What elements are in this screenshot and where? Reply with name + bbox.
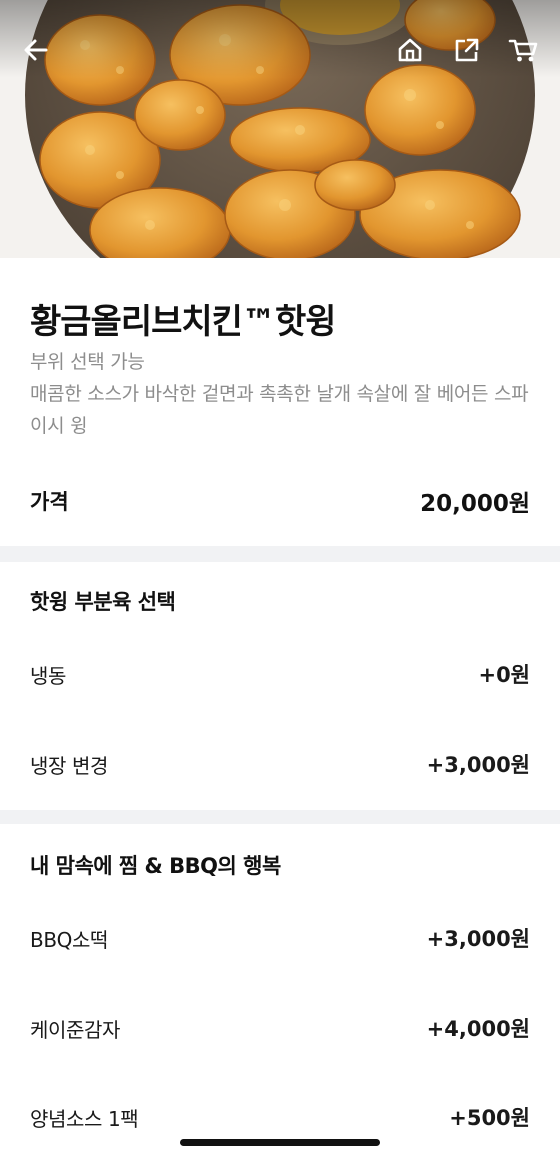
option-price: +3,000원 [426, 927, 530, 951]
option-price: +3,000원 [426, 753, 530, 777]
option-name: 냉장 변경 [30, 753, 108, 778]
option-group-hot-wing: 핫윙 부분육 선택 냉동 +0원 냉장 변경 +3,000원 [0, 562, 560, 810]
product-detail-screen: 황금올리브치킨™핫윙 부위 선택 가능 매콤한 소스가 바삭한 겉면과 촉촉한 … [0, 0, 560, 1159]
option-row[interactable]: 양념소스 1팩 +500원 [30, 1097, 530, 1137]
price-value: 20,000원 [420, 491, 530, 517]
product-hero-image [0, 0, 560, 258]
option-name: BBQ소떡 [30, 927, 108, 952]
price-label: 가격 [30, 490, 69, 514]
back-button[interactable] [16, 30, 56, 70]
product-description: 부위 선택 가능 매콤한 소스가 바삭한 겉면과 촉촉한 날개 속살에 잘 베어… [30, 351, 529, 437]
share-icon [455, 38, 479, 62]
option-row[interactable]: 냉동 +0원 [30, 654, 530, 694]
option-row[interactable]: BBQ소떡 +3,000원 [30, 918, 530, 958]
option-price: +500원 [449, 1106, 530, 1130]
section-divider [0, 546, 560, 562]
home-button[interactable] [390, 30, 430, 70]
option-price: +0원 [478, 663, 530, 687]
product-title: 황금올리브치킨™핫윙 [30, 302, 337, 342]
option-row[interactable]: 케이준감자 +4,000원 [30, 1008, 530, 1048]
option-row[interactable]: 냉장 변경 +3,000원 [30, 744, 530, 784]
option-name: 케이준감자 [30, 1017, 120, 1042]
home-icon [398, 38, 422, 62]
product-info-section: 황금올리브치킨™핫윙 부위 선택 가능 매콤한 소스가 바삭한 겉면과 촉촉한 … [0, 258, 560, 546]
option-group-title: 내 맘속에 찜 & BBQ의 행복 [30, 854, 281, 878]
cart-button[interactable] [503, 30, 543, 70]
price-row: 가격 20,000원 [30, 484, 530, 518]
option-group-title: 핫윙 부분육 선택 [30, 590, 176, 614]
option-name: 양념소스 1팩 [30, 1106, 139, 1131]
option-price: +4,000원 [426, 1017, 530, 1041]
share-button[interactable] [447, 30, 487, 70]
option-group-sides: 내 맘속에 찜 & BBQ의 행복 BBQ소떡 +3,000원 케이준감자 +4… [0, 824, 560, 1159]
cart-icon [508, 39, 538, 62]
option-name: 냉동 [30, 663, 66, 688]
section-divider [0, 810, 560, 824]
home-indicator[interactable] [180, 1139, 380, 1146]
back-arrow-icon [24, 39, 48, 61]
